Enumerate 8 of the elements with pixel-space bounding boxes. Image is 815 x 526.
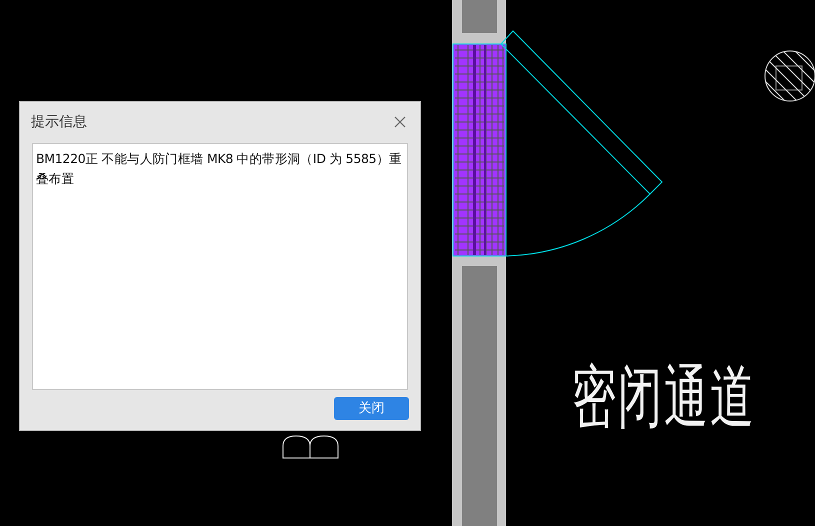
dialog-title: 提示信息 [31,112,87,130]
close-icon [394,116,406,128]
message-text: BM1220正 不能与人防门框墙 MK8 中的带形洞（ID 为 5585）重叠布置 [32,143,408,390]
room-label: 密闭通道 [572,357,757,440]
close-button[interactable] [392,114,408,130]
arch-symbol-icon [282,436,338,458]
hatched-circle-icon [764,50,815,102]
close-dialog-button[interactable]: 关闭 [334,396,409,420]
